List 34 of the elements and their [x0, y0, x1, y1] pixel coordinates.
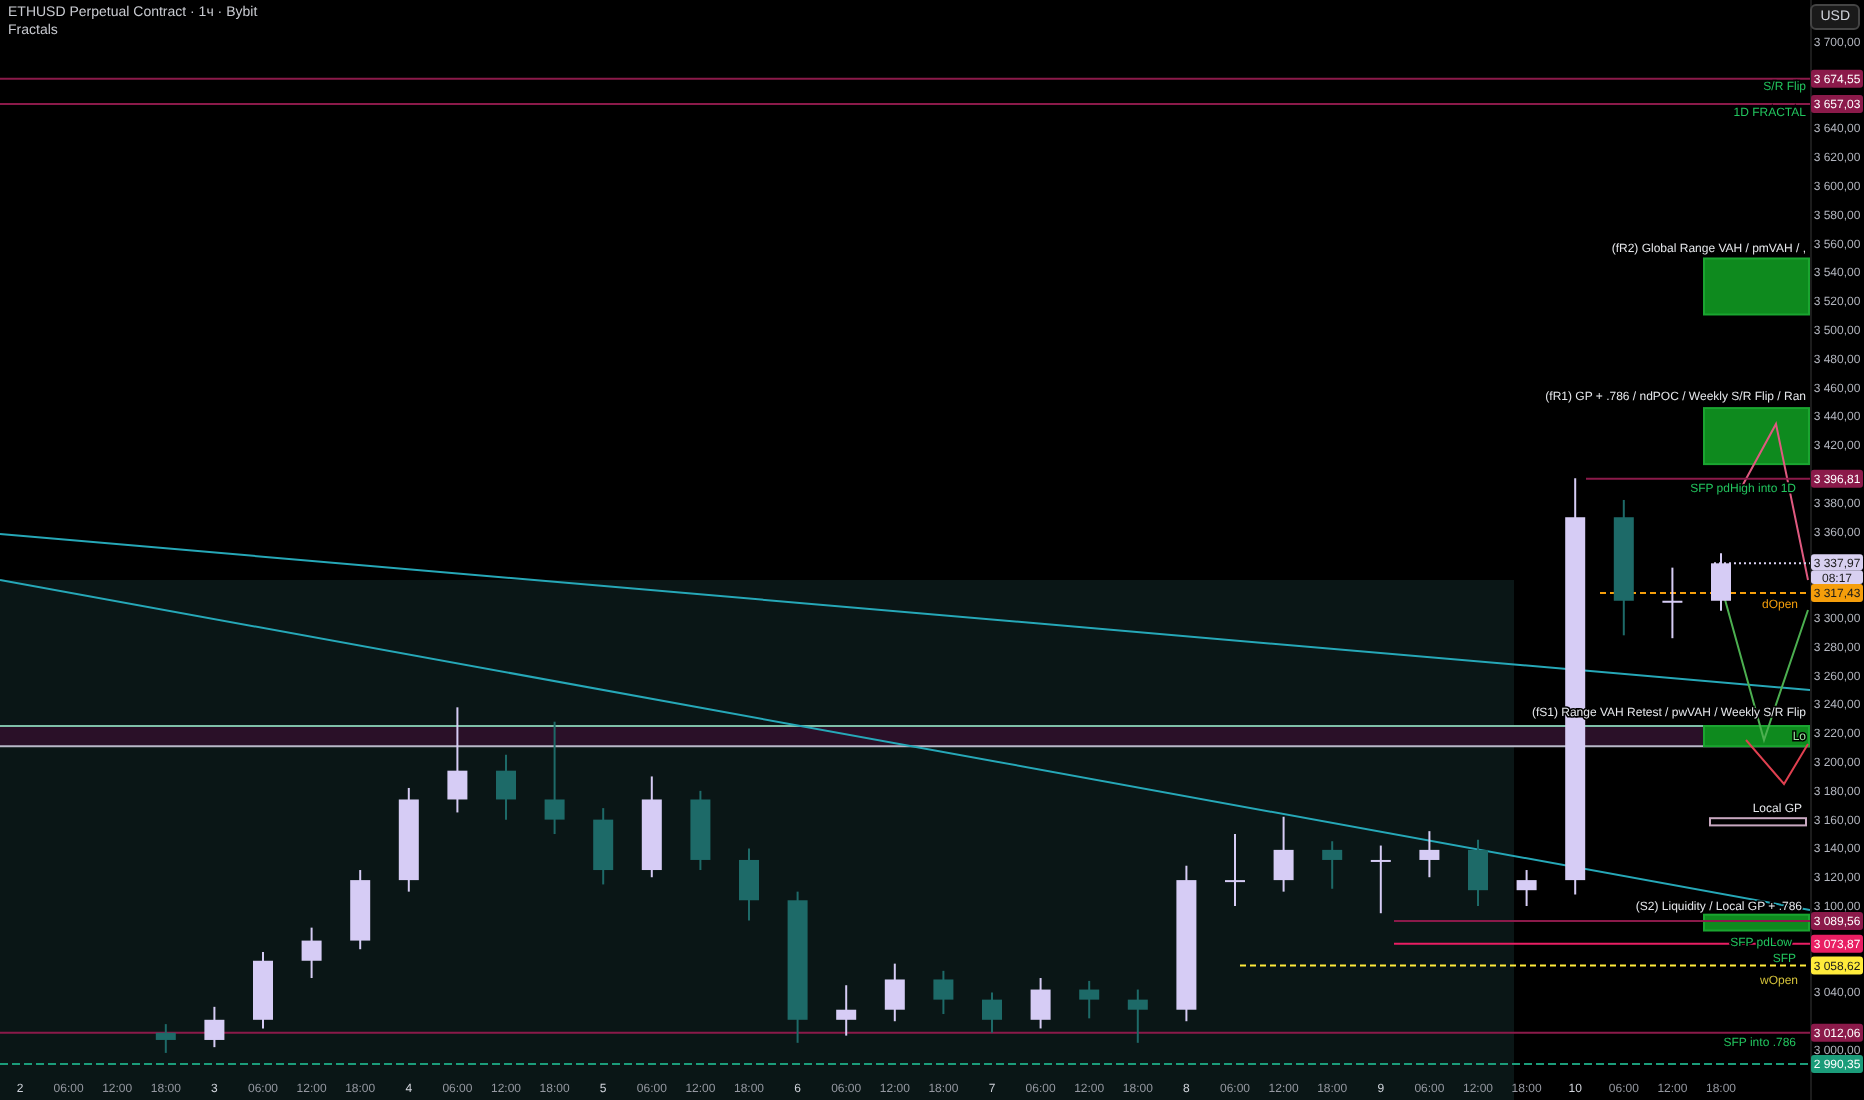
- candle: [1127, 988, 1148, 1044]
- candle: [593, 807, 614, 886]
- candle: [1370, 844, 1391, 915]
- candle: [1662, 566, 1683, 640]
- candle: [739, 847, 759, 922]
- candle: [301, 926, 322, 980]
- candle: [933, 969, 954, 1016]
- candle: [641, 775, 662, 879]
- candle: [155, 1023, 176, 1054]
- zone-box: [1703, 725, 1810, 748]
- candle: [253, 951, 273, 1030]
- candle: [884, 962, 905, 1023]
- candle: [1711, 552, 1731, 612]
- candle: [1079, 979, 1100, 1020]
- candle: [1225, 833, 1245, 908]
- candle: [204, 1005, 225, 1049]
- candle: [544, 720, 565, 836]
- candle: [496, 753, 516, 821]
- candle: [1468, 838, 1488, 908]
- candle: [1516, 869, 1537, 908]
- candle: [1419, 830, 1440, 879]
- outline-box: [1709, 817, 1807, 827]
- candle: [1613, 498, 1634, 637]
- candle: [836, 984, 857, 1037]
- candle: [690, 789, 711, 872]
- zone-box: [1703, 257, 1810, 316]
- candle: [350, 869, 371, 951]
- zone-box: [1703, 407, 1810, 466]
- candle: [1322, 840, 1343, 890]
- candle: [982, 991, 1002, 1034]
- candle: [1030, 977, 1051, 1030]
- candle: [398, 786, 419, 893]
- candle: [447, 706, 468, 814]
- candle: [1273, 815, 1294, 893]
